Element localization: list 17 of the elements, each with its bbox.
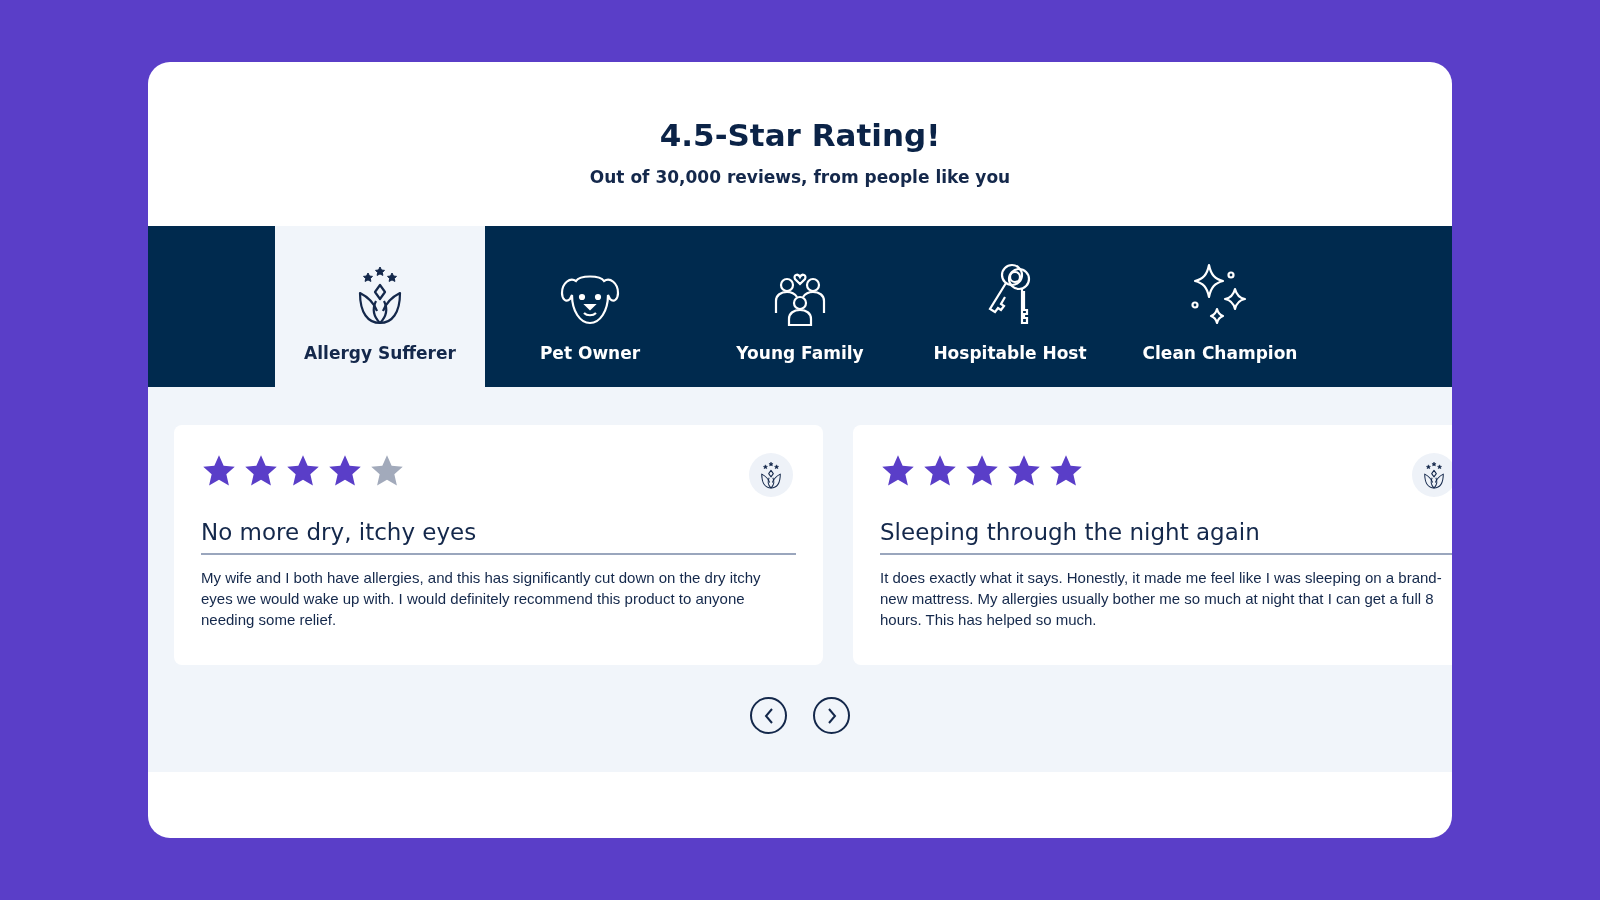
chevron-left-icon — [763, 707, 774, 724]
review-text: My wife and I both have allergies, and this has significantly cut down on the dry itchy eyes we would wake up with. I would definitely recommend this product to anyone needing some relief. — [201, 568, 762, 630]
previous-button[interactable] — [750, 697, 787, 734]
category-tab[interactable]: Allergy Sufferer — [275, 226, 485, 387]
review-title: No more dry, itchy eyes — [201, 519, 796, 555]
chevron-right-icon — [826, 707, 837, 724]
category-tab[interactable]: Young Family — [695, 226, 905, 387]
next-button[interactable] — [813, 697, 850, 734]
category-tab[interactable]: Clean Champion — [1115, 226, 1325, 387]
rating-heading: 4.5-Star Rating! — [659, 117, 941, 153]
review-text: It does exactly what it says. Honestly, it made me feel like I was sleeping on a brand-new mattress. My allergies usually bother me so much at night that I can get a full 8 hours. This has helped so much. — [880, 568, 1443, 630]
category-tab[interactable]: Hospitable Host — [905, 226, 1115, 387]
lotus-icon — [758, 460, 784, 490]
lotus-icon — [1421, 460, 1447, 490]
category-tab[interactable]: Pet Owner — [485, 226, 695, 387]
review-title: Sleeping through the night again — [880, 519, 1452, 555]
rating-subtitle: Out of 30,000 reviews, from people like you — [589, 167, 1011, 187]
